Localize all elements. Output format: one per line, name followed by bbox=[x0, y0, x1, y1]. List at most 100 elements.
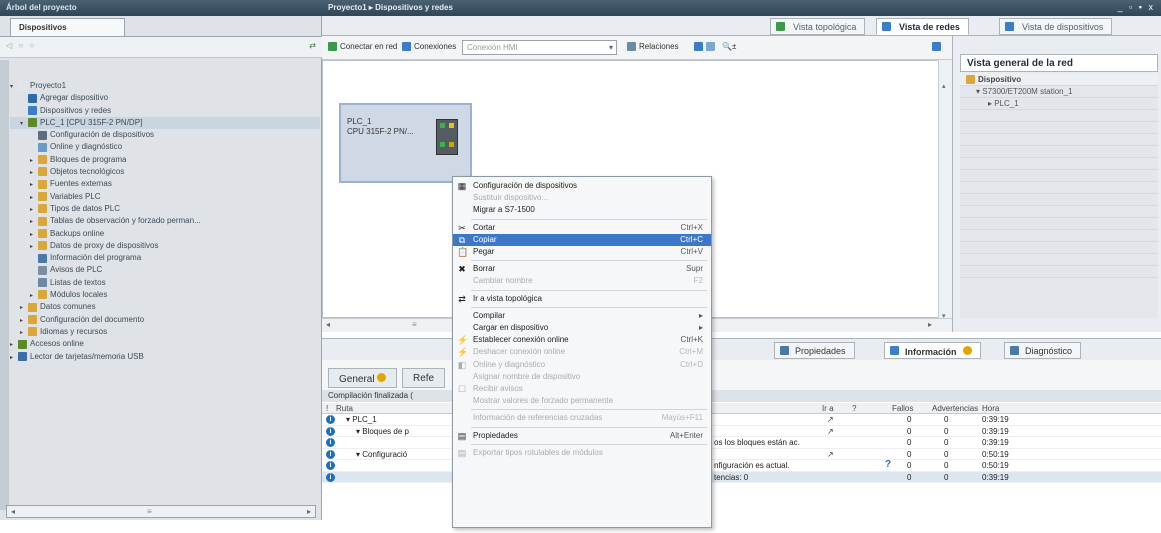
goto-arrow-icon[interactable]: ↗ bbox=[827, 427, 834, 436]
window-controls[interactable]: _ ▫ ▪ x bbox=[1118, 2, 1155, 12]
tree-item[interactable]: Configuración de dispositivos bbox=[10, 129, 320, 141]
tree-item[interactable]: ▸ Backups online bbox=[10, 228, 320, 240]
warning-icon bbox=[377, 373, 387, 382]
zoom-button[interactable]: 🔍± bbox=[722, 42, 736, 51]
tab-diagnostics[interactable]: Diagnóstico bbox=[1004, 342, 1082, 359]
table-row[interactable]: i nfiguración es actual.? 0 0 0:50:19 bbox=[322, 459, 1161, 472]
table-row[interactable]: i ▾ Configuració ↗ 0 0 0:50:19 bbox=[322, 449, 1161, 460]
expand-arrow-icon[interactable]: ▸ bbox=[30, 216, 38, 228]
tab-topology-view[interactable]: Vista topológica bbox=[770, 18, 866, 35]
context-menu-item[interactable]: ▦ Configuración de dispositivos bbox=[453, 180, 711, 192]
tree-item[interactable]: ▸ Bloques de programa bbox=[10, 154, 320, 166]
table-row[interactable]: i os los bloques están ac. 0 0 0:39:19 bbox=[322, 437, 1161, 449]
tree-item[interactable]: ▸ Fuentes externas bbox=[10, 178, 320, 190]
expand-arrow-icon[interactable]: ▸ bbox=[30, 179, 38, 191]
context-menu-item[interactable]: ☐ Recibir avisos bbox=[453, 383, 711, 395]
refresh-icon[interactable]: ○ bbox=[29, 41, 34, 50]
context-menu-item[interactable]: ⚡ Deshacer conexión online Ctrl+M bbox=[453, 346, 711, 358]
context-menu-item[interactable]: ▤ Exportar tipos rotulables de módulos bbox=[453, 447, 711, 459]
tree-item[interactable]: Información del programa bbox=[10, 252, 320, 264]
goto-arrow-icon[interactable]: ↗ bbox=[827, 415, 834, 424]
tree-item[interactable]: Dispositivos y redes bbox=[10, 105, 320, 117]
table-row[interactable]: i ▾ Bloques de p ↗ 0 0 0:39:19 bbox=[322, 426, 1161, 437]
menu-separator bbox=[471, 409, 707, 411]
properties-icon bbox=[780, 346, 789, 355]
tree-item[interactable]: ▸ Objetos tecnológicos bbox=[10, 166, 320, 178]
tree-item-label: Tipos de datos PLC bbox=[50, 203, 120, 213]
context-menu-item[interactable]: ✂ Cortar Ctrl+X bbox=[453, 222, 711, 234]
back-icon[interactable]: ◁ bbox=[6, 41, 12, 50]
context-menu-item[interactable]: ◧ Online y diagnóstico Ctrl+D bbox=[453, 359, 711, 371]
connect-network-button[interactable]: Conectar en red bbox=[328, 42, 397, 52]
tree-item[interactable]: Agregar dispositivo bbox=[10, 92, 320, 104]
tree-item[interactable]: Avisos de PLC bbox=[10, 264, 320, 276]
subtab-references[interactable]: Refe bbox=[402, 368, 446, 388]
menu-item-icon: ▤ bbox=[457, 430, 467, 441]
network-overview-tab[interactable]: Vista general de la red bbox=[960, 54, 1158, 72]
context-menu-item[interactable]: ⚡ Establecer conexión online Ctrl+K bbox=[453, 334, 711, 346]
tree-item[interactable]: ▸ Módulos locales bbox=[10, 289, 320, 301]
expand-arrow-icon[interactable]: ▸ bbox=[10, 339, 18, 351]
tree-item[interactable]: ▸ Variables PLC bbox=[10, 191, 320, 203]
tree-item[interactable]: ▸ Tipos de datos PLC bbox=[10, 203, 320, 215]
expand-arrow-icon[interactable]: ▸ bbox=[10, 352, 18, 364]
context-menu-item[interactable]: Cambiar nombre F2 bbox=[453, 275, 711, 287]
overview-row[interactable]: ▾ S7300/ET200M station_1 bbox=[960, 86, 1158, 98]
tree-item-label: Variables PLC bbox=[50, 191, 101, 201]
canvas-vertical-scrollbar[interactable]: ▴ ▾ bbox=[938, 60, 952, 332]
expand-arrow-icon[interactable]: ▾ bbox=[10, 81, 18, 93]
subtab-general[interactable]: General bbox=[328, 368, 398, 388]
tree-options-icon[interactable]: ⇄ bbox=[309, 41, 316, 50]
project-tree-panel: Árbol del proyecto Dispositivos ◁ ○ ○ ⇄ … bbox=[0, 0, 322, 520]
tree-item[interactable]: Listas de textos bbox=[10, 277, 320, 289]
help-icon[interactable]: ? bbox=[885, 459, 891, 470]
tree-item-label: Listas de textos bbox=[50, 277, 106, 287]
connection-type-select[interactable]: Conexión HMI ▾ bbox=[462, 40, 617, 55]
tree-item[interactable]: ▸ Idiomas y recursos bbox=[10, 326, 320, 338]
tree-horizontal-scrollbar[interactable]: ◂ ≡ ▸ bbox=[6, 505, 316, 518]
panel-toggle-icon[interactable] bbox=[932, 42, 944, 52]
context-menu-item[interactable]: ✖ Borrar Supr bbox=[453, 263, 711, 275]
context-menu-item[interactable]: Migrar a S7-1500 bbox=[453, 204, 711, 216]
context-menu-item[interactable]: Compilar ▸ bbox=[453, 310, 711, 322]
context-menu-item[interactable]: ⧉ Copiar Ctrl+C bbox=[453, 233, 711, 246]
tree-item[interactable]: ▾ Proyecto1 bbox=[10, 80, 320, 92]
grid-icon[interactable] bbox=[694, 42, 718, 52]
connections-button[interactable]: Conexiones bbox=[402, 42, 456, 52]
tree-item[interactable]: ▾ PLC_1 [CPU 315F-2 PN/DP] bbox=[10, 116, 320, 130]
tab-properties[interactable]: Propiedades bbox=[774, 342, 855, 359]
context-menu-item[interactable]: Asignar nombre de dispositivo bbox=[453, 371, 711, 383]
tree-item[interactable]: ▸ Datos de proxy de dispositivos bbox=[10, 240, 320, 252]
stop-icon[interactable]: ○ bbox=[18, 41, 23, 50]
tab-network-view[interactable]: Vista de redes bbox=[876, 18, 969, 35]
tree-item[interactable]: ▸ Accesos online bbox=[10, 338, 320, 350]
goto-arrow-icon[interactable]: ↗ bbox=[827, 450, 834, 459]
tree-item[interactable]: ▸ Tablas de observación y forzado perman.… bbox=[10, 215, 320, 227]
expand-arrow-icon[interactable]: ▾ bbox=[20, 118, 28, 130]
menu-item-icon: ☐ bbox=[457, 384, 467, 394]
context-menu-item[interactable]: Mostrar valores de forzado permanente bbox=[453, 395, 711, 407]
expand-arrow-icon[interactable]: ▸ bbox=[20, 302, 28, 314]
overview-row[interactable]: ▸ PLC_1 bbox=[960, 98, 1158, 110]
context-menu-item[interactable]: ⇄ Ir a vista topológica bbox=[453, 293, 711, 305]
table-row[interactable]: i tencias: 0 0 0 0:39:19 bbox=[322, 471, 1161, 483]
collapsed-side-tab[interactable] bbox=[0, 60, 9, 510]
context-menu-item[interactable]: 📋 Pegar Ctrl+V bbox=[453, 246, 711, 258]
tab-device-view[interactable]: Vista de dispositivos bbox=[999, 18, 1113, 35]
menu-item-shortcut: Ctrl+X bbox=[680, 222, 703, 232]
relations-button[interactable]: Relaciones bbox=[627, 42, 679, 52]
tree-item[interactable]: Online y diagnóstico bbox=[10, 141, 320, 153]
tab-info[interactable]: Información bbox=[884, 342, 982, 359]
devices-tab[interactable]: Dispositivos bbox=[10, 18, 125, 36]
table-row[interactable]: i ▾ PLC_1 ↗ 0 0 0:39:19 bbox=[322, 414, 1161, 426]
context-menu-item[interactable]: Información de referencias cruzadas Mayús… bbox=[453, 412, 711, 424]
context-menu-item[interactable]: ▤ Propiedades Alt+Enter bbox=[453, 430, 711, 442]
tree-item[interactable]: ▸ Configuración del documento bbox=[10, 314, 320, 326]
tree-item[interactable]: ▸ Datos comunes bbox=[10, 301, 320, 313]
plc-device-box[interactable]: PLC_1 CPU 315F-2 PN/... bbox=[339, 103, 472, 183]
row-errors: 0 bbox=[907, 461, 912, 470]
context-menu-item[interactable]: Sustituir dispositivo... bbox=[453, 192, 711, 204]
context-menu-item[interactable]: Cargar en dispositivo ▸ bbox=[453, 322, 711, 334]
tree-item-label: Fuentes externas bbox=[50, 179, 112, 189]
tree-item[interactable]: ▸ Lector de tarjetas/memoria USB bbox=[10, 351, 320, 363]
